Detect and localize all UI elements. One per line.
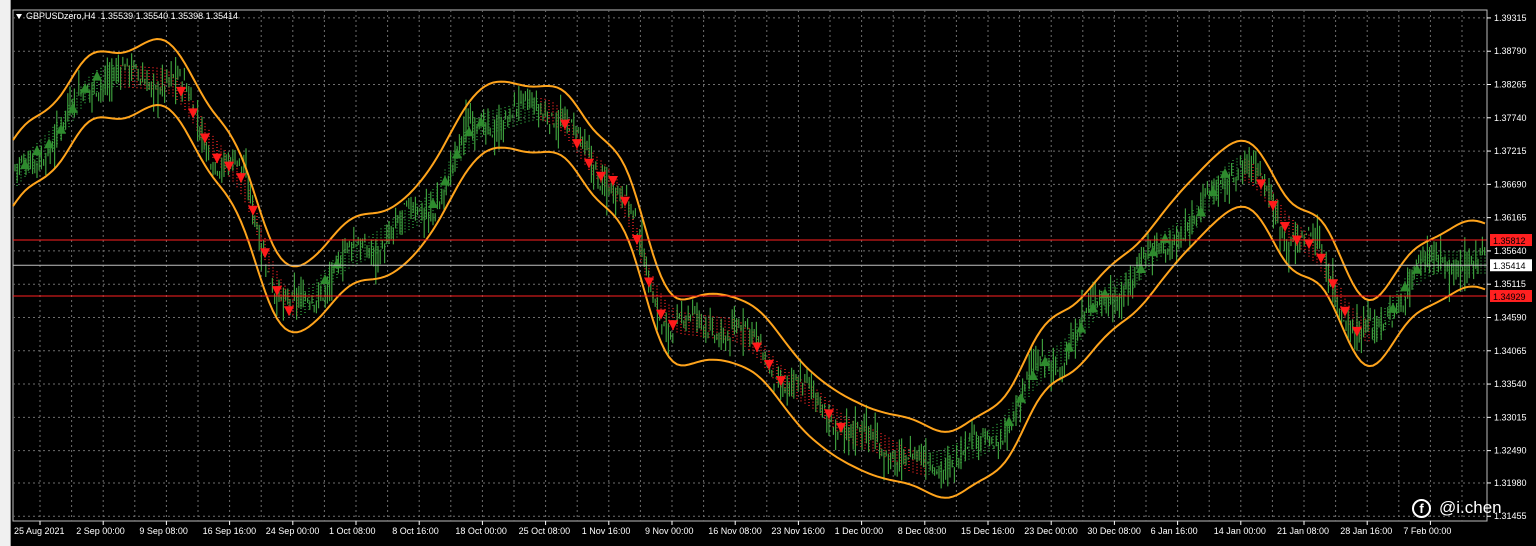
buy-arrow xyxy=(1064,341,1074,352)
price-tick-label: 1.36165 xyxy=(1494,213,1527,223)
time-tick-label: 21 Jan 08:00 xyxy=(1277,526,1329,536)
price-tick-label: 1.39315 xyxy=(1494,13,1527,23)
watermark: f @i.chen xyxy=(1412,498,1502,518)
facebook-icon: f xyxy=(1412,498,1431,518)
time-tick-label: 8 Oct 16:00 xyxy=(392,526,439,536)
time-tick-label: 9 Sep 08:00 xyxy=(139,526,188,536)
time-tick-label: 24 Sep 00:00 xyxy=(266,526,320,536)
symbol-name: GBPUSDzero,H4 xyxy=(26,11,96,21)
time-tick-label: 6 Jan 16:00 xyxy=(1151,526,1198,536)
price-tick-label: 1.34065 xyxy=(1494,346,1527,356)
price-tick-label: 1.38265 xyxy=(1494,79,1527,89)
buy-arrow xyxy=(452,148,462,159)
signal-arrows xyxy=(20,70,1422,433)
time-tick-label: 30 Dec 08:00 xyxy=(1087,526,1141,536)
time-tick-label: 16 Nov 08:00 xyxy=(708,526,762,536)
price-level-label: 1.35812 xyxy=(1493,236,1526,246)
envelope-upper-line xyxy=(12,37,1486,433)
time-tick-label: 7 Feb 00:00 xyxy=(1403,526,1451,536)
time-tick-label: 8 Dec 08:00 xyxy=(898,526,947,536)
watermark-handle: @i.chen xyxy=(1439,498,1502,517)
symbol-header[interactable]: GBPUSDzero,H4 1.35539 1.35540 1.35398 1.… xyxy=(16,11,238,21)
price-tick-label: 1.38790 xyxy=(1494,46,1527,56)
price-chart[interactable]: 1.35812 1.35414 1.34929 1.39315 1.38790 1.38… xyxy=(0,0,1536,546)
price-tick-label: 1.36690 xyxy=(1494,179,1527,189)
time-tick-label: 2 Sep 00:00 xyxy=(76,526,125,536)
time-tick-label: 14 Jan 00:00 xyxy=(1214,526,1266,536)
price-tick-label: 1.35115 xyxy=(1494,279,1526,289)
time-tick-label: 18 Oct 00:00 xyxy=(455,526,507,536)
buy-arrow xyxy=(1196,206,1206,217)
ohlc-values: 1.35539 1.35540 1.35398 1.35414 xyxy=(100,11,239,21)
time-tick-label: 1 Dec 00:00 xyxy=(835,526,884,536)
sell-arrow xyxy=(248,205,258,216)
time-tick-label: 16 Sep 16:00 xyxy=(203,526,257,536)
time-tick-label: 9 Nov 00:00 xyxy=(645,526,694,536)
price-tick-label: 1.35640 xyxy=(1494,246,1527,256)
envelope-lower-line xyxy=(12,103,1486,499)
price-tick-label: 1.33540 xyxy=(1494,379,1527,389)
time-tick-label: 1 Oct 08:00 xyxy=(329,526,376,536)
price-tick-label: 1.33015 xyxy=(1494,412,1527,422)
chart-window[interactable]: 1.35812 1.35414 1.34929 1.39315 1.38790 1.38… xyxy=(0,0,1536,546)
price-level-label: 1.35414 xyxy=(1493,261,1526,271)
collapse-triangle-icon[interactable] xyxy=(16,14,22,20)
sell-arrow xyxy=(188,108,198,119)
time-tick-label: 23 Nov 16:00 xyxy=(771,526,825,536)
sell-arrow xyxy=(1304,239,1314,250)
buy-arrow xyxy=(1400,281,1410,292)
time-axis[interactable]: 25 Aug 2021 2 Sep 00:00 9 Sep 08:00 16 Sep … xyxy=(14,521,1451,536)
candlesticks xyxy=(14,53,1486,489)
price-level-label: 1.34929 xyxy=(1493,292,1526,302)
price-tick-label: 1.37215 xyxy=(1494,146,1527,156)
envelope-lines xyxy=(12,37,1486,499)
price-tick-label: 1.31980 xyxy=(1494,478,1527,488)
time-tick-label: 25 Oct 08:00 xyxy=(519,526,571,536)
price-tick-label: 1.34590 xyxy=(1494,312,1527,322)
time-tick-label: 23 Dec 00:00 xyxy=(1024,526,1078,536)
price-tick-label: 1.37740 xyxy=(1494,113,1527,123)
time-tick-label: 1 Nov 16:00 xyxy=(582,526,631,536)
time-tick-label: 28 Jan 16:00 xyxy=(1340,526,1392,536)
time-tick-label: 15 Dec 16:00 xyxy=(961,526,1015,536)
buy-arrow xyxy=(92,70,102,81)
trend-band xyxy=(16,65,1486,476)
price-tick-label: 1.32490 xyxy=(1494,446,1527,456)
time-tick-label: 25 Aug 2021 xyxy=(14,526,65,536)
